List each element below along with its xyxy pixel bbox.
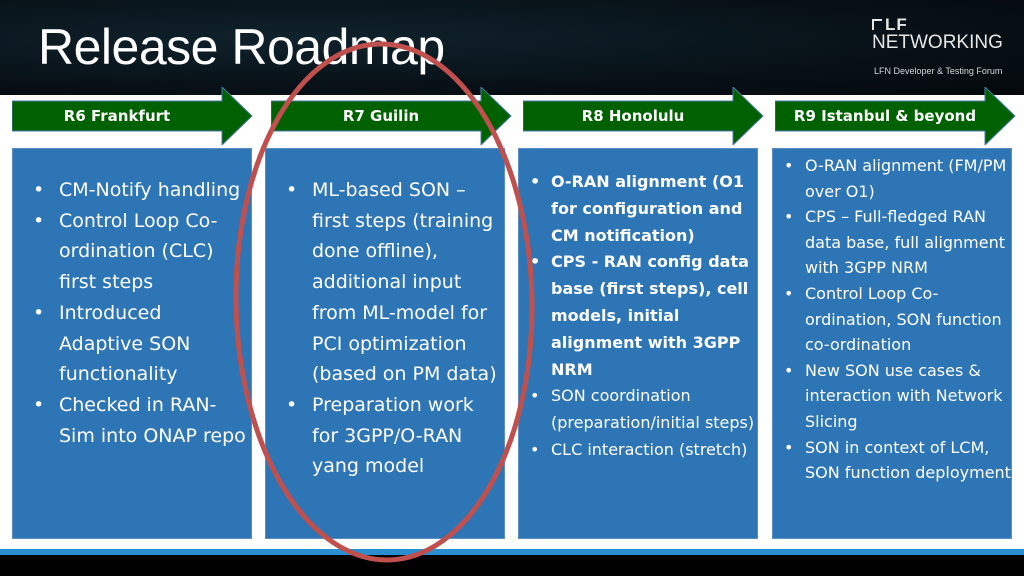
list-item: • CPS - RAN config data base (first steps…	[527, 249, 757, 383]
release-arrow-r9: R9 Istanbul & beyond	[775, 87, 1017, 145]
list-item: • Control Loop Co-ordination (CLC) first …	[25, 206, 251, 298]
list-item: • SON in context of LCM, SON function dep…	[781, 435, 1011, 486]
bullet-icon: •	[530, 252, 541, 272]
bullet-icon: •	[784, 360, 794, 380]
bullet-icon: •	[784, 283, 794, 303]
bullet-icon: •	[530, 172, 541, 191]
slide-title: Release Roadmap	[38, 19, 445, 75]
feature-list: • CM-Notify handling • Control Loop Co-ord…	[25, 175, 251, 451]
slide-header: Release Roadmap LF NETWORKING LFN Develo…	[0, 0, 1024, 95]
bullet-icon: •	[530, 386, 540, 406]
release-label: R7 Guilin	[342, 107, 420, 125]
logo-brand: LF	[885, 15, 908, 34]
bullet-icon: •	[784, 207, 794, 227]
list-item: • ML-based SON – first steps (training do…	[278, 175, 504, 390]
feature-list: • O-RAN alignment (O1 for configuration a…	[527, 169, 757, 464]
list-item: • Preparation work for 3GPP/O-RAN yang mo…	[278, 390, 504, 482]
list-item: • CM-Notify handling	[25, 175, 251, 206]
release-box-r9: • O-RAN alignment (FM/PM over O1) • CPS – …	[772, 148, 1012, 539]
logo-subtitle: LFN Developer & Testing Forum	[874, 66, 1003, 76]
list-item: • Checked in RAN-Sim into ONAP repo	[25, 390, 251, 451]
list-item: • SON coordination (preparation/initial s…	[527, 383, 757, 437]
list-item: • O-RAN alignment (O1 for configuration a…	[527, 169, 757, 249]
bullet-icon: •	[286, 179, 298, 201]
list-item: • Introduced Adaptive SON functionality	[25, 298, 251, 390]
release-box-r6: • CM-Notify handling • Control Loop Co-ord…	[12, 148, 252, 539]
bullet-icon: •	[784, 437, 794, 457]
release-label: R6 Frankfurt	[63, 107, 171, 125]
bullet-icon: •	[530, 439, 540, 459]
release-arrow-r8: R8 Honolulu	[523, 87, 765, 145]
bullet-icon: •	[33, 179, 45, 201]
logo-name: NETWORKING	[872, 32, 1003, 53]
list-item: • CPS – Full-fledged RAN data base, full …	[781, 204, 1011, 281]
release-label: R9 Istanbul & beyond	[793, 107, 977, 125]
list-item: • CLC interaction (stretch)	[527, 437, 757, 464]
release-box-r8: • O-RAN alignment (O1 for configuration a…	[518, 148, 758, 539]
bullet-icon: •	[33, 209, 45, 232]
footer-bar	[0, 555, 1024, 576]
list-item: • Control Loop Co-ordination, SON functio…	[781, 281, 1011, 358]
release-arrow-r7: R7 Guilin	[271, 87, 513, 145]
lf-logo-icon	[872, 19, 882, 30]
list-item: • New SON use cases & interaction with Ne…	[781, 358, 1011, 435]
lf-networking-logo: LF NETWORKING	[872, 16, 1003, 53]
list-item: • O-RAN alignment (FM/PM over O1)	[781, 153, 1011, 204]
release-arrow-r6: R6 Frankfurt	[12, 87, 254, 145]
bullet-icon: •	[286, 393, 298, 416]
bullet-icon: •	[33, 393, 45, 416]
bullet-icon: •	[784, 156, 794, 175]
feature-list: • ML-based SON – first steps (training do…	[278, 175, 504, 482]
feature-list: • O-RAN alignment (FM/PM over O1) • CPS – …	[781, 153, 1011, 486]
bullet-icon: •	[33, 301, 45, 324]
release-label: R8 Honolulu	[581, 107, 685, 125]
release-box-r7: • ML-based SON – first steps (training do…	[265, 148, 505, 539]
